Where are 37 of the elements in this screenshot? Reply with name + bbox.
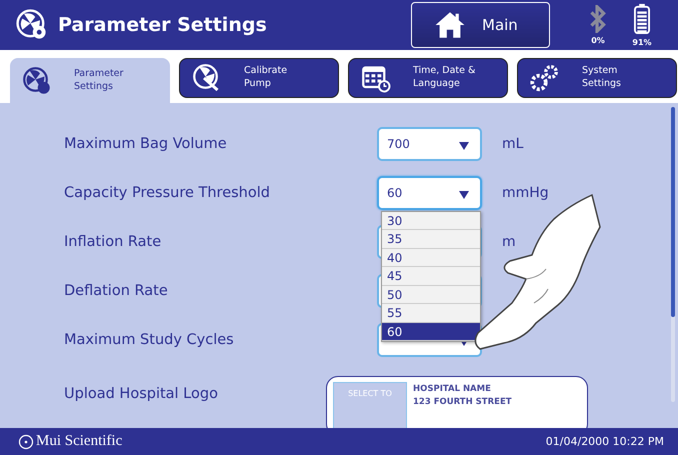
bluetooth-icon bbox=[588, 5, 608, 33]
tab[interactable]: Parameter Settings bbox=[10, 58, 170, 103]
dropdown-option[interactable]: 35 bbox=[382, 230, 480, 248]
setting-label: Maximum Study Cycles bbox=[64, 332, 235, 348]
fan-gear-icon bbox=[16, 9, 48, 41]
scrollbar[interactable] bbox=[671, 107, 675, 402]
dropdown-option[interactable]: 40 bbox=[382, 248, 480, 267]
main-button[interactable]: Main bbox=[411, 2, 550, 48]
circle-dot-icon bbox=[18, 434, 34, 450]
tab[interactable]: System Settings bbox=[517, 58, 677, 98]
unit-label: mmHg bbox=[502, 184, 549, 200]
setting-label: Deflation Rate bbox=[64, 282, 169, 298]
battery-level: 91% bbox=[632, 38, 652, 47]
date-time: 01/04/2000 10:22 PM bbox=[546, 435, 664, 448]
home-icon bbox=[434, 10, 466, 40]
brand-name: Mui Scientific bbox=[36, 433, 122, 450]
address-line: 123 FOURTH STREET bbox=[413, 397, 512, 407]
setting-label: Inflation Rate bbox=[64, 234, 162, 250]
dropdown-option[interactable]: 30 bbox=[382, 212, 480, 230]
caret-icon bbox=[459, 142, 469, 150]
screen-title: Parameter Settings bbox=[58, 14, 268, 36]
gears-icon bbox=[530, 63, 560, 93]
battery-icon bbox=[633, 3, 651, 35]
address-line: HOSPITAL NAME bbox=[413, 384, 492, 394]
dropdown-option[interactable]: 45 bbox=[382, 267, 480, 286]
bluetooth-level: 0% bbox=[591, 36, 605, 45]
fan-gear-icon bbox=[22, 66, 52, 96]
dropdown-field[interactable]: 700 bbox=[377, 126, 482, 160]
caret-icon bbox=[459, 190, 469, 198]
setting-label: Upload Hospital Logo bbox=[64, 385, 219, 402]
dropdown-option[interactable]: 50 bbox=[382, 286, 480, 304]
tab[interactable]: Calibrate Pump bbox=[179, 58, 339, 98]
tab[interactable]: Time, Date & Language bbox=[348, 58, 508, 98]
setting-label: Maximum Bag Volume bbox=[64, 136, 228, 152]
unit-label: m bbox=[502, 234, 516, 250]
unit-label: mL bbox=[502, 136, 524, 152]
setting-label: Capacity Pressure Threshold bbox=[64, 184, 271, 200]
